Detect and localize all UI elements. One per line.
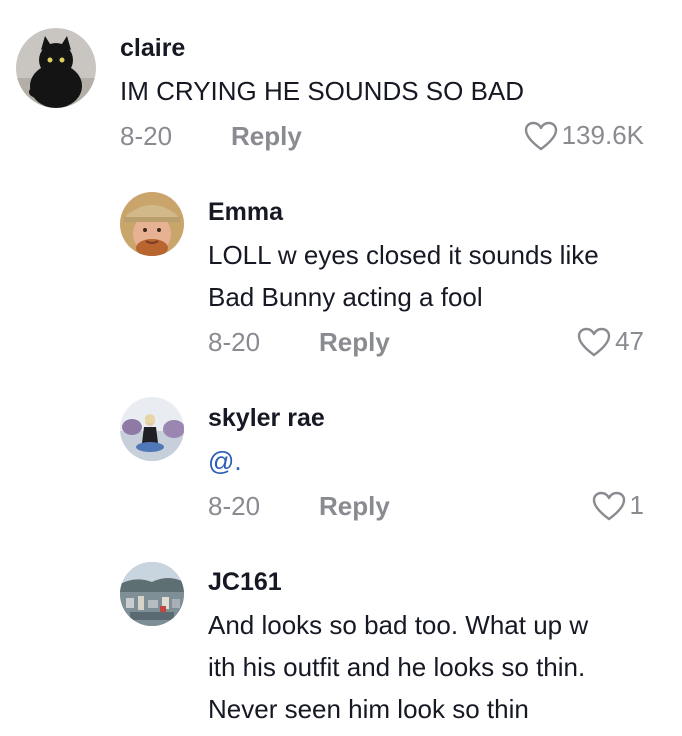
heart-icon <box>524 121 557 150</box>
heart-icon <box>577 327 611 356</box>
comment-text-line-1: And looks so bad too. What up w <box>208 610 589 640</box>
username[interactable]: Emma <box>208 198 283 227</box>
comment-text-line-2: ith his outfit and he looks so thin. <box>208 652 586 682</box>
like-count: 1 <box>629 490 644 520</box>
reply-button[interactable]: Reply <box>319 491 390 522</box>
heart-icon <box>592 491 625 520</box>
comment-date: 8-20 <box>120 121 173 151</box>
username[interactable]: skyler rae <box>208 404 325 433</box>
comment-text-line-2: Bad Bunny acting a fool <box>208 282 483 312</box>
black-cat-avatar-icon <box>16 28 96 108</box>
person-outdoors-avatar-icon <box>120 397 184 461</box>
like-count: 47 <box>615 326 644 356</box>
reply-button[interactable]: Reply <box>319 327 390 358</box>
comment-date: 8-20 <box>208 327 261 357</box>
avatar[interactable] <box>120 192 184 256</box>
username[interactable]: claire <box>120 34 185 63</box>
ginger-man-with-hat-avatar-icon <box>120 192 184 256</box>
like-button[interactable]: 1 <box>592 490 644 521</box>
avatar[interactable] <box>120 397 184 461</box>
comment-text-line-1: LOLL w eyes closed it sounds like <box>208 240 599 270</box>
reply-button[interactable]: Reply <box>231 121 302 152</box>
avatar[interactable] <box>16 28 96 108</box>
avatar[interactable] <box>120 562 184 626</box>
comment-text: IM CRYING HE SOUNDS SO BAD <box>120 76 525 106</box>
harbor-cityscape-avatar-icon <box>120 562 184 626</box>
like-count: 139.6K <box>561 120 644 150</box>
like-button[interactable]: 139.6K <box>524 120 644 151</box>
like-button[interactable]: 47 <box>577 326 644 357</box>
mention-text[interactable]: @. <box>208 440 242 482</box>
comment-date: 8-20 <box>208 491 261 521</box>
username[interactable]: JC161 <box>208 568 282 597</box>
comment-text-line-3: Never seen him look so thin <box>208 694 529 724</box>
